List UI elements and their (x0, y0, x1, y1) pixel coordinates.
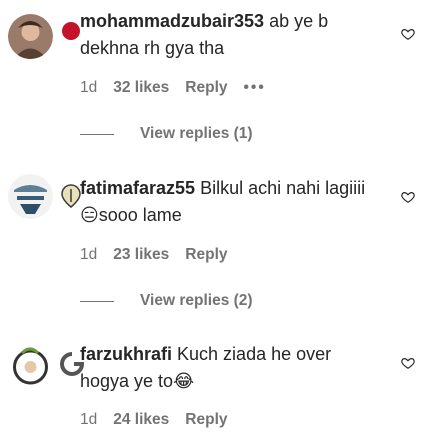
avatar[interactable] (8, 174, 53, 219)
view-replies-button[interactable]: View replies (1) (80, 125, 253, 143)
comment-body-line1: Kuch ziada he over (172, 344, 332, 364)
comment-meta: 1d 24 likes Reply (80, 411, 228, 429)
likes-count[interactable]: 23 likes (113, 246, 169, 264)
comment-body-line1: Bilkul achi nahi lagiiii (195, 178, 366, 198)
view-replies-label: View replies (1) (140, 125, 253, 142)
comment-username[interactable]: mohammadzubair353 (80, 11, 264, 31)
avatar[interactable] (8, 343, 53, 388)
divider-line (80, 300, 114, 302)
comment-meta: 1d 32 likes Reply ••• (80, 79, 266, 97)
like-heart-icon[interactable] (401, 190, 415, 204)
comment-meta: 1d 23 likes Reply (80, 246, 228, 264)
comment-text: mohammadzubair353 ab ye b dekhna rh gya … (80, 8, 380, 62)
comment-body-line2: dekhna rh gya tha (80, 38, 225, 58)
comment-username[interactable]: fatimafaraz55 (80, 178, 195, 198)
like-heart-icon[interactable] (401, 356, 415, 370)
view-replies-label: View replies (2) (140, 292, 253, 309)
comment-body-line2: hogya ye to (80, 371, 174, 391)
story-badge-icon (62, 22, 80, 40)
likes-count[interactable]: 32 likes (113, 79, 169, 97)
like-heart-icon[interactable] (401, 27, 415, 41)
view-replies-button[interactable]: View replies (2) (80, 292, 253, 310)
comment-text: farzukhrafi Kuch ziada he over hogya ye … (80, 341, 380, 395)
likes-count[interactable]: 24 likes (113, 411, 169, 429)
comment-time: 1d (80, 79, 98, 96)
emoji: 😑 (80, 205, 99, 225)
comment-time: 1d (80, 246, 98, 263)
comment-text: fatimafaraz55 Bilkul achi nahi lagiiii 😑… (80, 175, 380, 229)
reply-button[interactable]: Reply (185, 411, 227, 429)
location-pin-icon (60, 184, 82, 208)
divider-line (80, 133, 114, 135)
comment-body-line2: sooo lame (98, 205, 182, 225)
more-options-icon[interactable]: ••• (244, 79, 266, 97)
emoji: 😂 (173, 371, 195, 391)
comment-body-line1: ab ye b (264, 11, 329, 31)
comment-time: 1d (80, 411, 98, 428)
reply-button[interactable]: Reply (185, 246, 227, 264)
reply-button[interactable]: Reply (185, 79, 227, 97)
avatar[interactable] (8, 14, 53, 59)
comment-username[interactable]: farzukhrafi (80, 344, 172, 364)
